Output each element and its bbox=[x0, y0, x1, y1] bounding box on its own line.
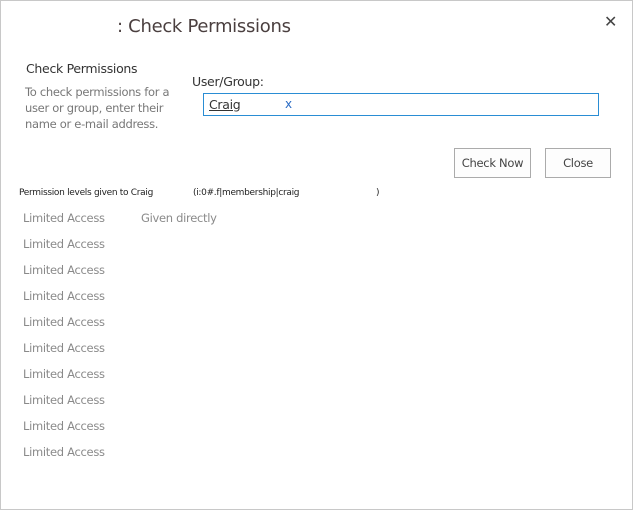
permission-level: Limited Access bbox=[23, 367, 105, 381]
permission-level: Limited Access bbox=[23, 237, 105, 251]
user-chip[interactable]: Craig bbox=[209, 97, 241, 112]
permission-level: Limited Access bbox=[23, 393, 105, 407]
permission-level: Limited Access bbox=[23, 263, 105, 277]
dialog bbox=[0, 0, 633, 510]
remove-user-icon[interactable]: x bbox=[285, 97, 292, 111]
user-group-input[interactable]: Craig x bbox=[203, 93, 599, 116]
check-now-button[interactable]: Check Now bbox=[454, 148, 531, 178]
section-heading: Check Permissions bbox=[26, 61, 138, 76]
results-account: (i:0#.f|membership|craig bbox=[193, 188, 300, 198]
results-header-text: Permission levels given to Craig bbox=[19, 188, 154, 198]
section-description: To check permissions for a user or group… bbox=[25, 85, 170, 131]
permission-level: Limited Access bbox=[23, 211, 105, 225]
close-button[interactable]: Close bbox=[545, 148, 611, 178]
permission-level: Limited Access bbox=[23, 419, 105, 433]
results-account-end: ) bbox=[376, 188, 380, 198]
dialog-title: : Check Permissions bbox=[117, 16, 291, 37]
close-icon[interactable]: ✕ bbox=[604, 12, 617, 31]
permission-level: Limited Access bbox=[23, 315, 105, 329]
permission-source: Given directly bbox=[141, 211, 217, 225]
permission-level: Limited Access bbox=[23, 445, 105, 459]
permission-level: Limited Access bbox=[23, 341, 105, 355]
permission-level: Limited Access bbox=[23, 289, 105, 303]
user-group-label: User/Group: bbox=[192, 74, 264, 89]
